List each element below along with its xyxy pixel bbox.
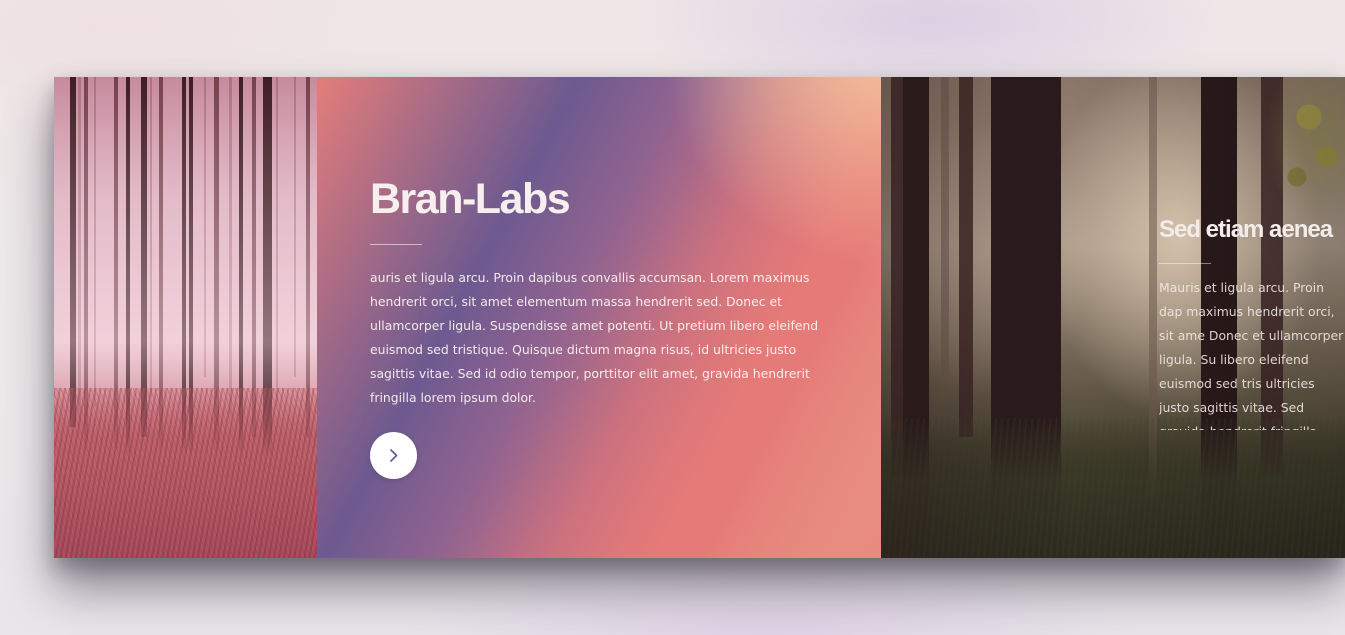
slide-2-body: Mauris et ligula arcu. Proin dap maximus… xyxy=(1159,280,1344,430)
chevron-right-icon xyxy=(390,449,398,462)
slide-1-title: Bran-Labs xyxy=(370,175,571,223)
undergrowth xyxy=(54,388,317,558)
slide-2-title: Sed etiam aenea xyxy=(1159,216,1333,243)
title-divider xyxy=(1159,263,1211,264)
slide-1-body: auris et ligula arcu. Proin dapibus conv… xyxy=(370,270,819,405)
next-slide-button[interactable] xyxy=(370,432,417,479)
title-divider xyxy=(370,244,422,245)
slide-2-content: Sed etiam aenea Mauris et ligula arcu. P… xyxy=(1159,200,1345,430)
image-slider: Bran-Labs auris et ligula arcu. Proin da… xyxy=(0,0,1345,635)
slide-1-forest-image xyxy=(54,77,317,558)
